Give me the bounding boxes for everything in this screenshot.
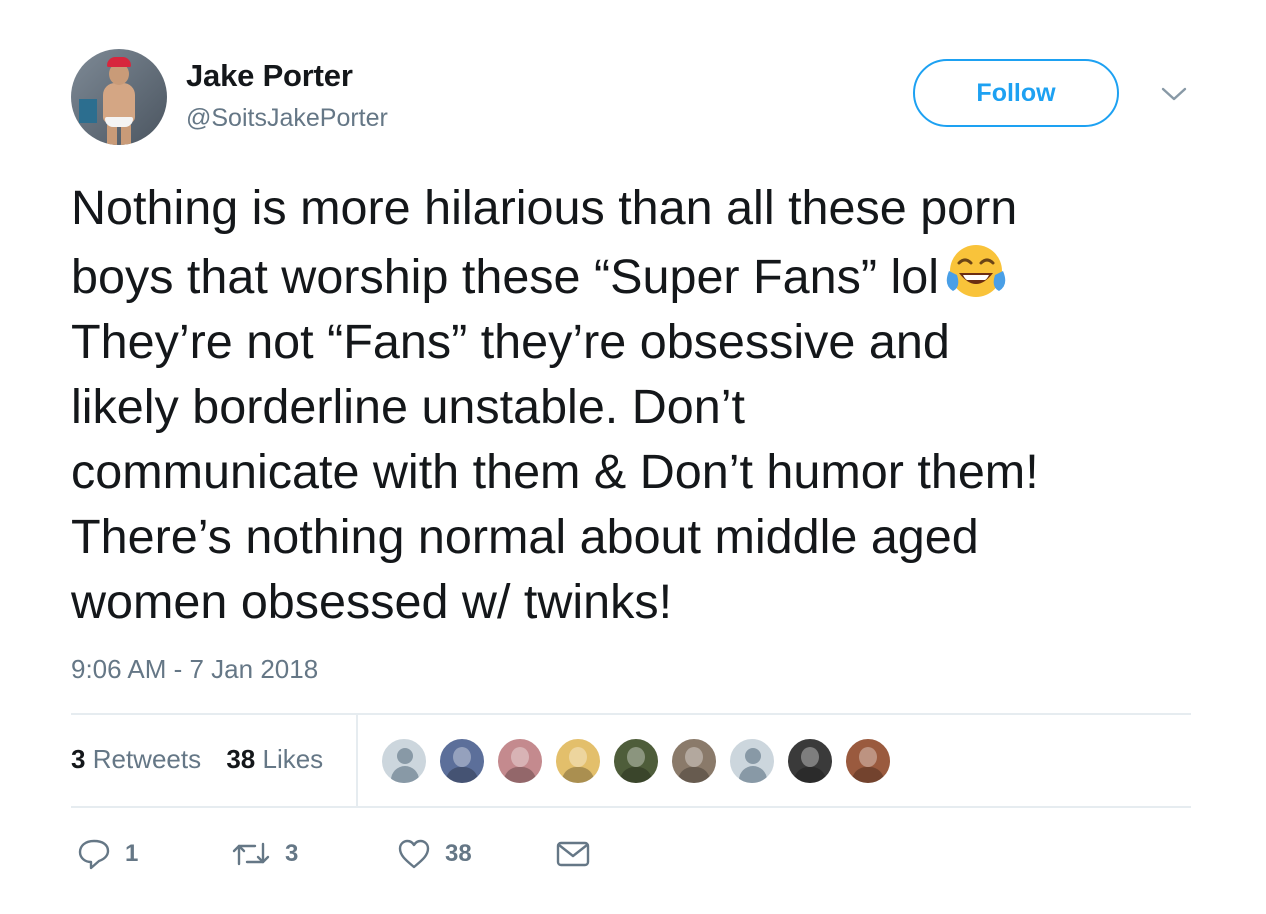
likes-stat[interactable]: 38 Likes	[226, 744, 323, 774]
profile-photo	[801, 747, 819, 767]
liker-avatar[interactable]	[728, 737, 776, 785]
follow-button[interactable]: Follow	[913, 59, 1119, 127]
author-avatar[interactable]	[71, 49, 167, 145]
profile-photo-shoulders	[620, 767, 652, 783]
profile-photo-shoulders	[678, 767, 710, 783]
divider	[356, 715, 358, 806]
liker-avatar[interactable]	[496, 737, 544, 785]
avatar-santa-hat	[107, 57, 131, 67]
liker-avatar[interactable]	[844, 737, 892, 785]
profile-photo	[859, 747, 877, 767]
profile-photo	[453, 747, 471, 767]
divider	[71, 806, 1191, 808]
profile-photo-shoulders	[794, 767, 826, 783]
liker-avatar[interactable]	[786, 737, 834, 785]
avatar-background-object	[79, 99, 97, 123]
author-display-name[interactable]: Jake Porter	[186, 58, 353, 94]
reply-button[interactable]: 1	[77, 830, 138, 878]
retweets-label: Retweets	[92, 744, 202, 774]
tweet-line: Nothing is more hilarious than all these…	[71, 181, 1018, 235]
profile-photo	[569, 747, 587, 767]
liker-avatar[interactable]	[670, 737, 718, 785]
direct-message-button[interactable]	[555, 830, 591, 878]
retweet-count: 3	[285, 840, 299, 867]
tweet-line: communicate with them & Don’t humor them…	[71, 445, 1039, 499]
avatar-figure-leg	[107, 125, 117, 145]
profile-photo-shoulders	[446, 767, 478, 783]
like-button[interactable]: 38	[397, 830, 472, 878]
face-with-tears-of-joy-icon	[946, 245, 1006, 297]
liker-avatar[interactable]	[438, 737, 486, 785]
default-profile-icon	[745, 748, 761, 764]
profile-photo	[511, 747, 529, 767]
profile-photo-shoulders	[504, 767, 536, 783]
tweet-text: Nothing is more hilarious than all these…	[71, 176, 1211, 635]
retweet-button[interactable]: 3	[231, 830, 298, 878]
liker-avatar[interactable]	[554, 737, 602, 785]
likes-count: 38	[226, 744, 256, 774]
envelope-icon	[556, 841, 590, 867]
default-profile-body	[391, 766, 419, 783]
tweet-line: women obsessed w/ twinks!	[71, 575, 673, 629]
default-profile-body	[739, 766, 767, 783]
reply-icon	[78, 839, 110, 870]
likes-label: Likes	[262, 744, 324, 774]
tweet-line-text: boys that worship these “Super Fans” lol	[71, 250, 940, 304]
author-handle[interactable]: @SoitsJakePorter	[186, 104, 388, 133]
avatar-figure-brief	[105, 117, 133, 127]
tweet-line: boys that worship these “Super Fans” lol	[71, 241, 1211, 310]
liker-avatar[interactable]	[380, 737, 428, 785]
chevron-down-icon[interactable]	[1160, 84, 1188, 104]
tweet-stats: 3 Retweets 38 Likes	[71, 744, 341, 775]
profile-photo	[685, 747, 703, 767]
divider	[71, 713, 1191, 715]
tweet-line: They’re not “Fans” they’re obsessive and	[71, 315, 950, 369]
default-profile-icon	[397, 748, 413, 764]
liker-avatar[interactable]	[612, 737, 660, 785]
retweet-icon	[232, 842, 270, 866]
tweet-timestamp[interactable]: 9:06 AM - 7 Jan 2018	[71, 654, 318, 685]
heart-icon	[398, 839, 430, 869]
reply-count: 1	[125, 840, 139, 867]
profile-photo	[627, 747, 645, 767]
retweets-stat[interactable]: 3 Retweets	[71, 744, 201, 774]
profile-photo-shoulders	[852, 767, 884, 783]
tweet-line: likely borderline unstable. Don’t	[71, 380, 745, 434]
avatar-figure-leg	[121, 125, 131, 145]
retweets-count: 3	[71, 744, 86, 774]
like-count: 38	[445, 840, 472, 867]
tweet-line: There’s nothing normal about middle aged	[71, 510, 979, 564]
profile-photo-shoulders	[562, 767, 594, 783]
